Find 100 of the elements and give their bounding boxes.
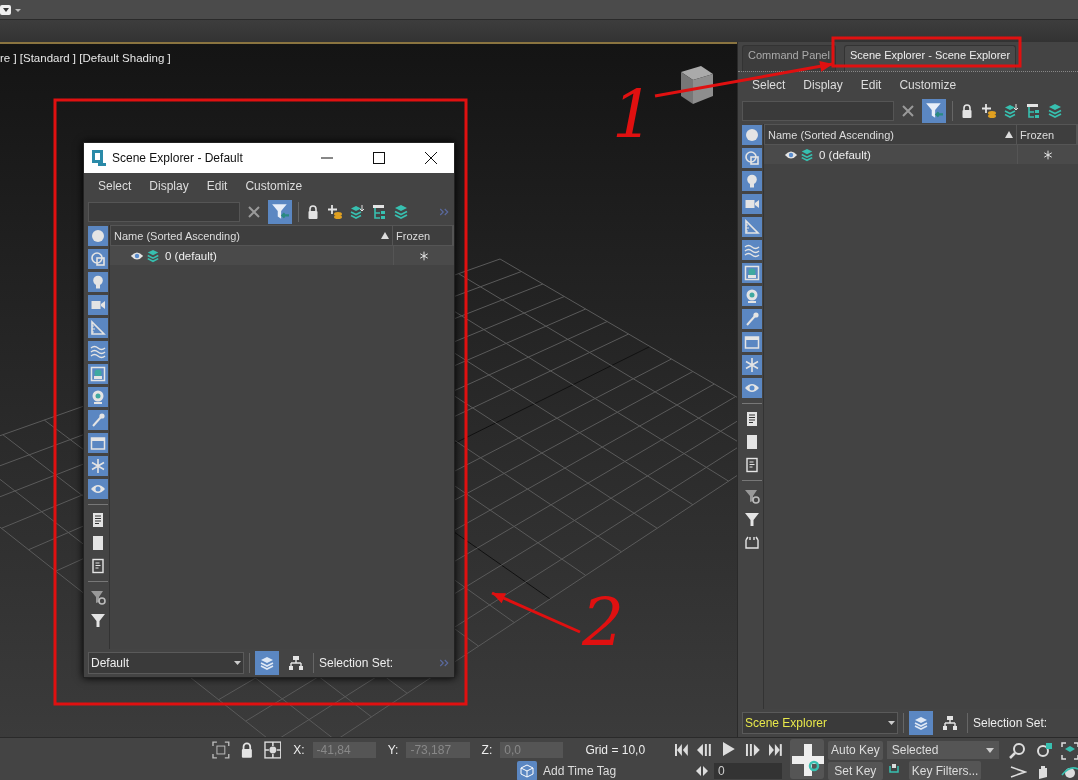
layer-name: 0 (default) [818, 148, 871, 161]
menu-item[interactable]: Edit [851, 78, 891, 92]
chevrons-icon [438, 657, 450, 669]
sphere-icon [90, 228, 106, 244]
previous-frame-icon[interactable] [696, 744, 713, 756]
layers-down-icon [1003, 103, 1019, 119]
layer-name: 0 (default) [164, 249, 217, 262]
column-header[interactable]: Frozen [393, 226, 453, 245]
filter-toggle-button[interactable] [268, 200, 292, 224]
filter-gear-icon [744, 488, 760, 504]
table-row[interactable]: 0 (default) [110, 246, 454, 265]
ruler-icon [744, 219, 760, 235]
dropdown-icon[interactable] [0, 4, 22, 15]
viewport-label[interactable]: re ] [Standard ] [Default Shading ] [0, 44, 737, 64]
sphere-icon [744, 127, 760, 143]
go-to-start-icon[interactable] [675, 744, 689, 756]
sort-icon [1005, 131, 1013, 138]
annotation-number: 2 [582, 590, 624, 656]
menu-item[interactable]: Display [140, 179, 198, 193]
hierarchy-icon [288, 655, 304, 671]
blank-page-icon [744, 434, 760, 450]
axis-label: X: [293, 743, 305, 757]
maximize-icon [373, 152, 385, 164]
panel-tab[interactable]: Command Panel [742, 45, 836, 71]
auto-key-button[interactable]: Auto Key [828, 741, 883, 760]
table-row[interactable]: 0 (default) [764, 145, 1078, 164]
pin-icon [90, 389, 106, 405]
menu-item[interactable]: Select [89, 179, 141, 193]
add-time-tag-button[interactable]: Add Time Tag [517, 761, 617, 780]
zoom-extents-icon[interactable] [1060, 742, 1078, 760]
selection-frame-icon[interactable] [212, 741, 230, 759]
filter-icon [744, 511, 760, 527]
layers-down-icon [349, 204, 365, 220]
bulb-icon [90, 274, 106, 290]
window-title: Scene Explorer - Default [112, 151, 244, 165]
menu-item[interactable]: Select [743, 78, 795, 92]
drawer-icon [90, 435, 106, 451]
pin-icon [744, 288, 760, 304]
frame-field[interactable]: 0 [714, 763, 782, 779]
layers-icon [913, 715, 929, 731]
explorer-dropdown[interactable]: Scene Explorer [742, 712, 898, 734]
clear-icon [900, 103, 916, 119]
layers-icon [259, 655, 275, 671]
filter-icon [90, 612, 106, 628]
outline-page-icon [744, 457, 760, 473]
caret-icon [888, 721, 895, 725]
go-to-end-icon[interactable] [768, 744, 782, 756]
column-header[interactable]: Frozen [1017, 125, 1077, 144]
selection-set-label: Selection Set: [319, 656, 394, 670]
column-header[interactable]: Name (Sorted Ascending) [765, 125, 1017, 144]
tree-icon [1025, 103, 1041, 119]
shapes-icon [90, 251, 106, 267]
key-mode-dropdown[interactable]: Selected [886, 741, 999, 759]
ruler-icon [90, 320, 106, 336]
frame-icon [90, 366, 106, 382]
add-layer-icon [327, 204, 343, 220]
wand-icon [744, 311, 760, 327]
stack-icon [393, 204, 409, 220]
funnel-arrow-icon [925, 102, 943, 120]
add-layer-icon [981, 103, 997, 119]
zoom-icon[interactable] [1008, 742, 1027, 760]
axis-label: Y: [387, 743, 399, 757]
blank-page-icon [90, 535, 106, 551]
zoom-all-icon[interactable] [1034, 742, 1053, 760]
menu-item[interactable]: Edit [197, 179, 237, 193]
snap-icon[interactable] [263, 741, 282, 759]
column-header[interactable]: Name (Sorted Ascending) [111, 226, 393, 245]
menu-item[interactable]: Display [794, 78, 852, 92]
search-field[interactable] [742, 101, 894, 121]
spinner-arrows-icon[interactable] [696, 766, 708, 776]
sort-icon [381, 232, 389, 239]
frame-icon [744, 265, 760, 281]
next-frame-icon[interactable] [744, 744, 761, 756]
explorer-dropdown[interactable]: Default [88, 652, 244, 674]
menu-item[interactable]: Customize [890, 78, 966, 92]
search-field[interactable] [88, 202, 240, 222]
orbit-icon[interactable] [1060, 764, 1078, 779]
tree-icon [371, 204, 387, 220]
clear-icon [246, 204, 262, 220]
snowflake-icon [419, 250, 429, 261]
app-logo-icon [92, 150, 106, 166]
tray-icon [744, 534, 760, 550]
filter-toggle-button[interactable] [922, 99, 946, 123]
outline-page-icon [90, 558, 106, 574]
key-filters-button[interactable]: Key Filters... [908, 761, 982, 780]
close-icon [425, 152, 437, 164]
list-page-icon [744, 411, 760, 427]
wand-icon [90, 412, 106, 428]
play-icon[interactable] [720, 742, 737, 758]
waves-icon [744, 242, 760, 258]
layers-icon [146, 248, 160, 263]
cube-icon [520, 764, 534, 778]
caret-icon [985, 747, 994, 753]
set-key-button[interactable]: Set Key [828, 761, 883, 780]
set-key-big-button[interactable] [790, 739, 824, 779]
funnel-arrow-icon [271, 203, 289, 221]
snowflake-icon [90, 458, 106, 474]
grid-size-label: Grid = 10,0 [585, 743, 646, 757]
menu-item[interactable]: Customize [236, 179, 312, 193]
stack-icon [1047, 103, 1063, 119]
